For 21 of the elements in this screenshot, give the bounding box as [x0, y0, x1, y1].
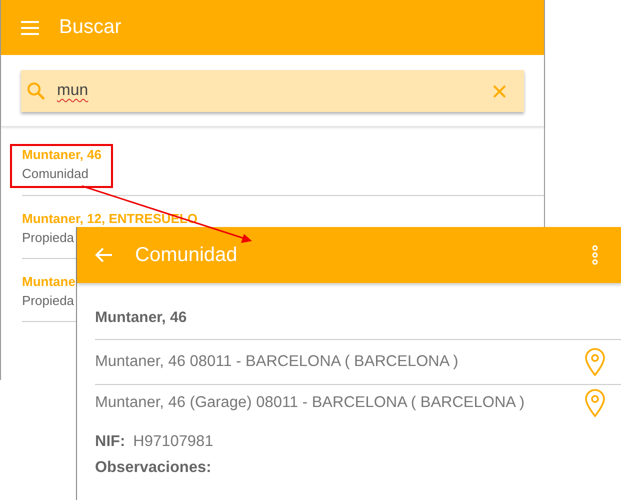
result-subtitle: Propieda	[22, 229, 76, 247]
property-name: Muntaner, 46	[95, 309, 621, 340]
address-text: Muntaner, 46 08011 - BARCELONA ( BARCELONA )	[95, 353, 458, 371]
field-value: H97107981	[133, 433, 214, 450]
result-title[interactable]: Muntane	[22, 273, 76, 291]
screen-title: Comunidad	[135, 244, 238, 266]
search-icon[interactable]	[27, 82, 45, 100]
search-field[interactable]: mun	[21, 70, 524, 112]
map-pin-icon[interactable]	[584, 389, 606, 417]
more-icon[interactable]	[592, 245, 598, 265]
screen-title: Buscar	[59, 16, 122, 39]
back-icon[interactable]	[95, 247, 113, 263]
menu-icon[interactable]	[21, 20, 39, 34]
result-title[interactable]: Muntaner, 46	[22, 146, 102, 164]
result-subtitle: Propieda	[22, 292, 76, 310]
map-pin-icon[interactable]	[584, 348, 606, 376]
address-text: Muntaner, 46 (Garage) 08011 - BARCELONA ( BARCELONA )	[95, 394, 525, 412]
result-subtitle: Comunidad	[22, 165, 90, 183]
clear-icon[interactable]	[493, 84, 506, 98]
field-label: Observaciones:	[95, 459, 212, 476]
field-label: NIF:	[95, 433, 126, 450]
